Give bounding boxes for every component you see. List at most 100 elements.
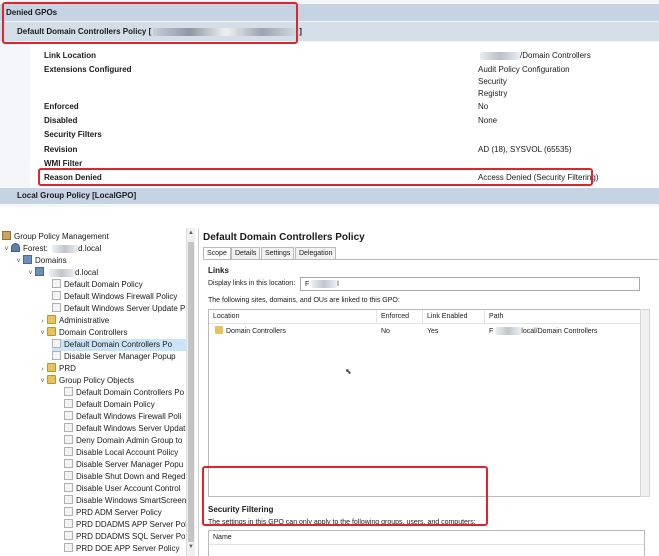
local-gpo-label: Local Group Policy [LocalGPO] <box>17 191 137 200</box>
display-links-select[interactable]: Fl <box>300 277 640 291</box>
gpmc-window: Group Policy Management ˅ Forest: d.local… <box>0 228 659 556</box>
table-row-location[interactable]: Domain Controllers <box>211 326 286 337</box>
tree-gpo-item[interactable]: Disable Shut Down and Reged <box>64 471 185 483</box>
gpo-link-icon <box>52 303 61 312</box>
management-icon <box>2 231 11 240</box>
gpo-title: Default Domain Controllers Policy <box>203 232 365 243</box>
tree-gpo-item[interactable]: Deny Domain Admin Group to <box>64 435 182 447</box>
tree-item-disable-server-manager[interactable]: Disable Server Manager Popup <box>52 351 176 363</box>
chevron-down-icon[interactable]: ˅ <box>38 376 47 388</box>
gpo-icon <box>64 519 73 528</box>
linked-locations-description: The following sites, domains, and OUs ar… <box>208 297 400 304</box>
tree-gpo-item[interactable]: Disable Server Manager Popu <box>64 459 183 471</box>
column-header-location[interactable]: Location <box>209 310 377 324</box>
column-header-path[interactable]: Path <box>485 310 645 324</box>
tree-node-domains[interactable]: ˅ Domains <box>14 255 67 267</box>
ou-folder-icon <box>47 315 56 324</box>
row-label-reason-denied: Reason Denied <box>44 173 102 182</box>
table-cell-enforced: No <box>381 328 390 335</box>
gpo-section-label-suffix: ] <box>299 27 302 36</box>
gpo-detail-panel: Link Location /Domain Controllers Extens… <box>30 42 659 188</box>
row-label-enforced: Enforced <box>44 102 79 111</box>
console-tree: Group Policy Management ˅ Forest: d.local… <box>0 228 186 556</box>
tree-node-forest[interactable]: ˅ Forest: d.local <box>2 243 101 255</box>
ou-folder-icon <box>47 363 56 372</box>
row-value-enforced: No <box>478 102 489 111</box>
details-pane: Default Domain Controllers Policy Scope … <box>198 228 659 556</box>
gpo-link-icon <box>52 339 61 348</box>
tree-gpo-item[interactable]: Default Domain Controllers Po <box>64 387 184 399</box>
tab-settings[interactable]: Settings <box>261 247 295 259</box>
table-cell-link-enabled: Yes <box>427 328 439 335</box>
links-heading: Links <box>208 266 229 275</box>
security-filtering-heading: Security Filtering <box>208 505 274 514</box>
tree-gpo-item[interactable]: PRD DDADMS SQL Server Poli <box>64 531 186 543</box>
gpo-icon <box>64 399 73 408</box>
mouse-cursor-icon: ⬉ <box>345 367 352 376</box>
tree-ou-domain-controllers[interactable]: ˅ Domain Controllers <box>38 327 127 339</box>
security-filtering-table: Name <box>208 530 645 556</box>
links-table-scrollbar[interactable] <box>640 309 650 497</box>
tab-delegation[interactable]: Delegation <box>295 247 337 259</box>
gpo-icon <box>64 423 73 432</box>
chevron-down-icon[interactable]: ˅ <box>26 268 35 280</box>
row-value-revision: AD (18), SYSVOL (65535) <box>478 145 572 154</box>
tree-node-root[interactable]: Group Policy Management <box>2 231 109 243</box>
redacted-domain <box>311 280 338 288</box>
gpo-link-icon <box>52 351 61 360</box>
chevron-down-icon[interactable]: ˅ <box>38 328 47 340</box>
chevron-down-icon[interactable]: ˅ <box>14 256 23 268</box>
row-value-link-location: /Domain Controllers <box>478 51 591 60</box>
scroll-thumb[interactable] <box>188 242 194 542</box>
forest-icon <box>11 243 20 252</box>
scope-tab-content: Links Display links in this location: Fl… <box>203 259 658 556</box>
tree-gpo-item[interactable]: Default Windows Server Updat <box>64 423 185 435</box>
tree-gpo-item[interactable]: PRD DDADMS APP Server Poli <box>64 519 186 531</box>
gpo-icon <box>64 543 73 552</box>
tree-gpo-item[interactable]: Default Windows Firewall Poli <box>64 411 181 423</box>
gpo-section-header[interactable]: Default Domain Controllers Policy [] <box>0 22 659 41</box>
tree-gpo-item[interactable]: PRD DOE APP Server Policy <box>64 543 179 555</box>
tree-gpo-item[interactable]: Disable User Account Control <box>64 483 181 495</box>
row-value-extension-3: Registry <box>478 89 508 98</box>
local-gpo-header[interactable]: Local Group Policy [LocalGPO] <box>0 188 659 204</box>
tree-ou-prd[interactable]: › PRD <box>38 363 76 375</box>
chevron-down-icon[interactable]: ˅ <box>2 244 11 256</box>
redacted-domain <box>495 327 522 336</box>
column-header-name[interactable]: Name <box>209 531 644 545</box>
tree-gpo-item[interactable]: PRD ADM Server Policy <box>64 507 162 519</box>
tree-item-default-dc-policy-selected[interactable]: Default Domain Controllers Po <box>52 339 186 351</box>
tree-item-update-policy[interactable]: Default Windows Server Update P <box>52 303 185 315</box>
tree-node-group-policy-objects[interactable]: ˅ Group Policy Objects <box>38 375 134 387</box>
denied-gpos-header[interactable]: Denied GPOs <box>0 4 659 21</box>
gpo-icon <box>64 483 73 492</box>
tab-details[interactable]: Details <box>231 247 261 259</box>
tree-gpo-item[interactable]: Default Domain Policy <box>64 399 155 411</box>
security-filtering-description: The settings in this GPO can only apply … <box>208 519 476 526</box>
tree-item-firewall-policy[interactable]: Default Windows Firewall Policy <box>52 291 177 303</box>
gpo-icon <box>64 387 73 396</box>
gpo-link-icon <box>52 279 61 288</box>
tree-gpo-item[interactable]: Disable Windows SmartScreen <box>64 495 186 507</box>
tree-ou-administrative[interactable]: › Administrative <box>38 315 109 327</box>
row-label-disabled: Disabled <box>44 116 78 125</box>
tree-item-default-domain-policy[interactable]: Default Domain Policy <box>52 279 143 291</box>
tree-gpo-item[interactable]: Disable Local Account Policy <box>64 447 178 459</box>
scroll-up-icon[interactable]: ▲ <box>187 230 195 240</box>
row-label-extensions: Extensions Configured <box>44 65 132 74</box>
row-label-wmi-filter: WMI Filter <box>44 159 83 168</box>
tree-node-domain[interactable]: ˅ d.local <box>26 267 98 279</box>
row-label-revision: Revision <box>44 145 78 154</box>
row-value-extension-1: Audit Policy Configuration <box>478 65 570 74</box>
row-value-disabled: None <box>478 116 498 125</box>
gpo-results-report: Denied GPOs Default Domain Controllers P… <box>0 0 659 207</box>
column-header-enforced[interactable]: Enforced <box>377 310 423 324</box>
column-header-link-enabled[interactable]: Link Enabled <box>423 310 485 324</box>
links-table: Location Enforced Link Enabled Path Doma… <box>208 309 645 497</box>
scroll-down-icon[interactable]: ▼ <box>187 544 195 554</box>
row-label-link-location: Link Location <box>44 51 96 60</box>
tree-scrollbar[interactable]: ▲ ▼ <box>186 228 195 556</box>
ou-folder-icon <box>47 327 56 336</box>
gpo-icon <box>64 531 73 540</box>
redacted-domain <box>480 51 520 60</box>
